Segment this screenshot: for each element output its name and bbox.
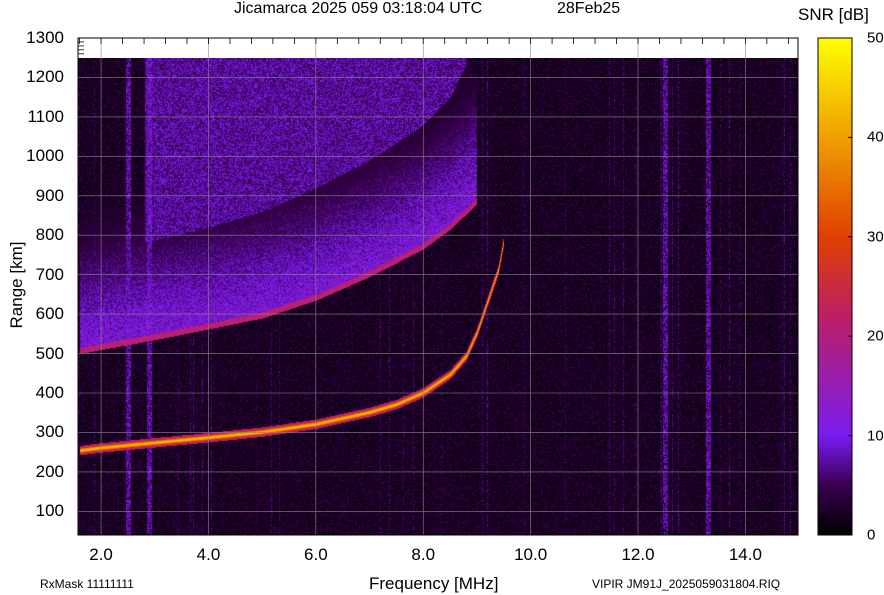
- x-tick-label: 6.0: [304, 545, 328, 564]
- y-tick-label: 600: [35, 304, 64, 324]
- y-tick-label: 500: [35, 343, 64, 363]
- y-tick-label: 1100: [27, 106, 64, 126]
- plot-overlay: [77, 37, 853, 536]
- y-tick-label: 1000: [26, 146, 64, 166]
- x-tick-label: 4.0: [196, 545, 221, 564]
- y-tick-label: 400: [35, 383, 64, 402]
- y-tick-label: 300: [35, 422, 64, 442]
- x-tick-label: 12.0: [621, 545, 655, 564]
- empty-range-band: [78, 38, 798, 58]
- colorbar-tick-label: 30: [867, 228, 884, 246]
- y-tick-label: 100: [35, 501, 64, 521]
- colorbar-tick-label: 20: [867, 327, 884, 345]
- y-tick-label: 1300: [26, 28, 64, 47]
- colorbar-frame: [817, 37, 853, 536]
- colorbar-tick-label: 40: [867, 128, 884, 146]
- echo-trace: [80, 204, 477, 354]
- colorbar-tick-label: 50: [867, 29, 884, 47]
- ionogram: Jicamarca 2025 059 03:18:04 UTC 28Feb25 …: [0, 0, 884, 595]
- y-tick-label: 800: [35, 225, 64, 245]
- x-tick-label: 10.0: [514, 545, 548, 564]
- y-tick-label: 1200: [26, 67, 64, 87]
- colorbar-tick-label: 0: [867, 526, 876, 544]
- plot-frame: [77, 37, 799, 536]
- echo-trace: [144, 66, 466, 244]
- colorbar-tick-label: 10: [867, 427, 884, 445]
- y-tick-label: 200: [35, 461, 64, 481]
- y-tick-label: 900: [35, 185, 64, 205]
- y-tick-label: 700: [35, 264, 64, 284]
- x-tick-label: 14.0: [728, 545, 762, 564]
- x-tick-label: 8.0: [411, 545, 436, 564]
- echo-trace: [80, 239, 504, 450]
- x-tick-label: 2.0: [89, 545, 113, 564]
